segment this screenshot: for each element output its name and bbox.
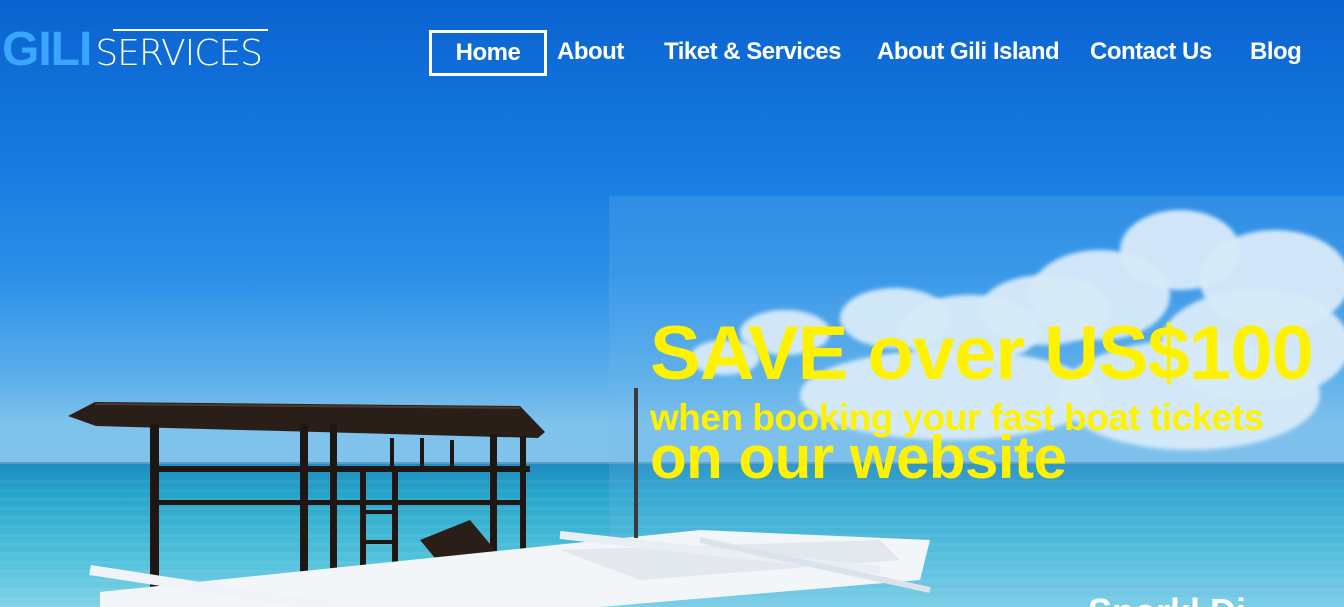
nav-item-about-gili-island[interactable]: About Gili Island <box>877 30 1060 76</box>
header-bar: GILI SERVICES Home About Tiket & Service… <box>0 0 1344 100</box>
promo-block: SAVE over US$100 when booking your fast … <box>650 310 1344 488</box>
promo-title: SAVE over US$100 <box>650 311 1314 396</box>
partial-heading-text: Snorkl Di <box>1088 592 1246 607</box>
main-navigation: Home About Tiket & Services About Gili I… <box>0 30 1344 76</box>
nav-item-home[interactable]: Home <box>429 30 547 76</box>
nav-item-blog[interactable]: Blog <box>1250 30 1302 76</box>
nav-item-contact-us[interactable]: Contact Us <box>1090 30 1212 76</box>
nav-item-about[interactable]: About <box>557 30 624 76</box>
nav-item-tiket-services[interactable]: Tiket & Services <box>664 30 842 76</box>
